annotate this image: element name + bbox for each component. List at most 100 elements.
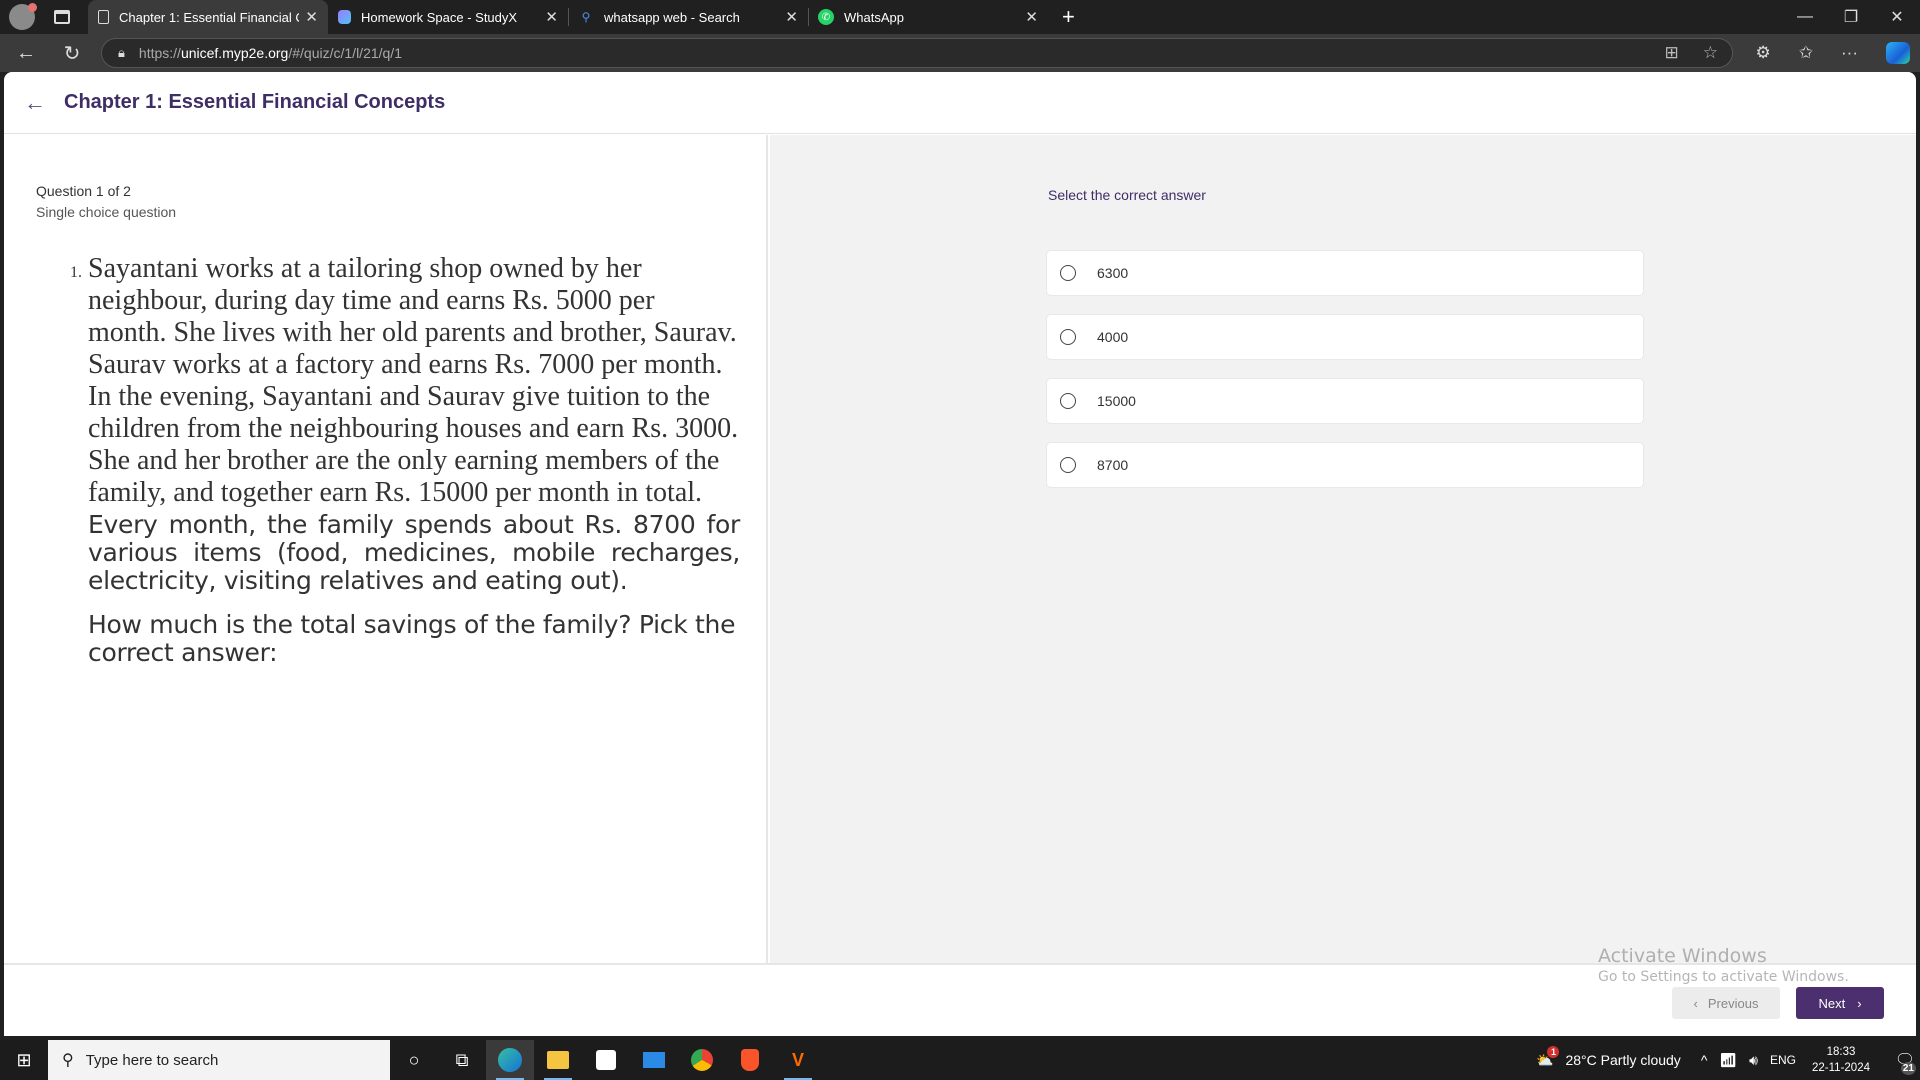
question-paragraph-2: Every month, the family spends about Rs.… [88, 510, 740, 595]
notification-count: 21 [1900, 1062, 1916, 1075]
browser-toolbar: ← ↻ 🔒︎ https://unicef.myp2e.org/#/quiz/c… [0, 34, 1920, 72]
notification-center-icon[interactable]: 🗨︎ 21 [1884, 1045, 1916, 1075]
quiz-footer: ‹ Previous Next › [4, 963, 1916, 1036]
back-arrow-icon[interactable]: ← [24, 90, 46, 116]
tab-label: Chapter 1: Essential Financial Con [119, 9, 300, 25]
refresh-icon[interactable]: ↻ [54, 35, 90, 71]
answer-prompt: Select the correct answer [1048, 187, 1206, 203]
radio-button[interactable] [1060, 457, 1076, 473]
option-label: 4000 [1097, 329, 1129, 345]
app-v-icon[interactable]: V [774, 1040, 822, 1080]
favorites-icon[interactable]: ✩ [1799, 43, 1813, 63]
weather-badge: 1 [1547, 1045, 1560, 1058]
question-paragraph-1: 1. Sayantani works at a tailoring shop o… [70, 253, 740, 509]
tab-actions-icon[interactable] [54, 10, 70, 24]
edge-icon[interactable] [486, 1040, 534, 1080]
system-tray: ⛅ 1 28°C Partly cloudy ^ 📶︎ 🔊︎ ENG 18:33 … [1524, 1040, 1920, 1080]
address-bar[interactable]: 🔒︎ https://unicef.myp2e.org/#/quiz/c/1/l… [101, 38, 1733, 68]
new-tab-button[interactable]: + [1062, 4, 1075, 30]
clock-date: 22-11-2024 [1812, 1062, 1870, 1074]
url-domain: unicef.myp2e.org [180, 45, 289, 61]
document-icon [98, 10, 109, 24]
answer-option[interactable]: 6300 [1046, 250, 1644, 296]
page-header: ← Chapter 1: Essential Financial Concept… [4, 72, 1916, 134]
answer-option[interactable]: 4000 [1046, 314, 1644, 360]
tab-studyx[interactable]: Homework Space - StudyX ✕ [328, 0, 568, 34]
clock[interactable]: 18:33 22-11-2024 [1812, 1044, 1870, 1076]
question-paragraph-3: How much is the total savings of the fam… [88, 610, 736, 667]
lock-icon[interactable]: 🔒︎ [118, 45, 125, 61]
restore-icon[interactable]: ❐ [1828, 0, 1874, 34]
paragraph-text: Sayantani works at a tailoring shop owne… [88, 253, 739, 508]
option-label: 8700 [1097, 457, 1129, 473]
taskbar-search[interactable]: ⚲ Type here to search [48, 1040, 390, 1080]
more-options-icon[interactable]: ··· [1841, 43, 1858, 63]
url-path: /#/quiz/c/1/l/21/q/1 [288, 45, 402, 61]
app-available-icon[interactable]: ⊞ [1665, 43, 1679, 63]
show-hidden-icons[interactable]: ^ [1701, 1052, 1708, 1068]
previous-button[interactable]: ‹ Previous [1672, 987, 1780, 1019]
tab-label: WhatsApp [844, 9, 904, 25]
close-tab-icon[interactable]: ✕ [1025, 8, 1038, 26]
volume-icon[interactable]: 🔊︎ [1749, 1052, 1758, 1069]
task-view-icon[interactable]: ⧉ [438, 1040, 486, 1080]
chevron-right-icon: › [1857, 995, 1862, 1011]
chevron-left-icon: ‹ [1693, 995, 1698, 1011]
radio-button[interactable] [1060, 393, 1076, 409]
answer-panel: Select the correct answer 6300 4000 1500… [770, 135, 1916, 963]
close-tab-icon[interactable]: ✕ [305, 8, 318, 26]
clock-time: 18:33 [1826, 1046, 1856, 1058]
previous-label: Previous [1707, 995, 1759, 1011]
file-explorer-icon[interactable] [534, 1040, 582, 1080]
tab-whatsapp[interactable]: ✆ WhatsApp ✕ [808, 0, 1048, 34]
question-panel: Question 1 of 2 Single choice question 1… [4, 135, 768, 963]
radio-button[interactable] [1060, 265, 1076, 281]
question-number: 1. [70, 264, 82, 281]
question-text: 1. Sayantani works at a tailoring shop o… [70, 253, 740, 667]
answer-option[interactable]: 8700 [1046, 442, 1644, 488]
quiz-page: ← Chapter 1: Essential Financial Concept… [4, 72, 1916, 1036]
answer-option[interactable]: 15000 [1046, 378, 1644, 424]
search-placeholder: Type here to search [85, 1051, 219, 1069]
brave-icon[interactable] [726, 1040, 774, 1080]
tab-whatsapp-search[interactable]: ⚲ whatsapp web - Search ✕ [568, 0, 808, 34]
favorite-star-icon[interactable]: ☆ [1703, 43, 1718, 63]
windows-start-icon[interactable]: ⊞ [0, 1040, 48, 1080]
weather-icon[interactable]: ⛅ 1 [1536, 1045, 1560, 1069]
microsoft-store-icon[interactable] [582, 1040, 630, 1080]
windows-taskbar: ⊞ ⚲ Type here to search ○ ⧉ V ⛅ 1 28°C Pa… [0, 1040, 1920, 1080]
wifi-icon[interactable]: 📶︎ [1719, 1052, 1737, 1069]
search-icon: ⚲ [581, 10, 591, 24]
url-text: https://unicef.myp2e.org/#/quiz/c/1/l/21… [139, 45, 402, 61]
back-icon[interactable]: ← [8, 35, 44, 71]
close-window-icon[interactable]: ✕ [1874, 0, 1920, 34]
extensions-icon[interactable]: ⚙ [1756, 43, 1771, 63]
chrome-icon[interactable] [678, 1040, 726, 1080]
question-type: Single choice question [36, 204, 177, 220]
mail-icon[interactable] [630, 1040, 678, 1080]
next-label: Next [1818, 995, 1846, 1011]
next-button[interactable]: Next › [1796, 987, 1884, 1019]
tab-chapter-1[interactable]: Chapter 1: Essential Financial Con ✕ [88, 0, 328, 34]
radio-button[interactable] [1060, 329, 1076, 345]
option-label: 15000 [1097, 393, 1136, 409]
page-title: Chapter 1: Essential Financial Concepts [64, 91, 446, 113]
search-icon: ⚲ [62, 1052, 74, 1069]
browser-tab-strip: Chapter 1: Essential Financial Con ✕ Hom… [0, 0, 1920, 34]
language-indicator[interactable]: ENG [1770, 1053, 1796, 1067]
close-tab-icon[interactable]: ✕ [545, 8, 558, 26]
weather-text[interactable]: 28°C Partly cloudy [1565, 1052, 1680, 1068]
tab-label: Homework Space - StudyX [361, 9, 518, 25]
question-counter: Question 1 of 2 [36, 183, 131, 199]
url-prefix: https:// [138, 45, 181, 61]
window-controls: — ❐ ✕ [1782, 0, 1920, 34]
tab-label: whatsapp web - Search [604, 9, 740, 25]
option-label: 6300 [1097, 265, 1129, 281]
minimize-icon[interactable]: — [1782, 0, 1828, 34]
studyx-icon [338, 10, 351, 24]
whatsapp-icon: ✆ [818, 9, 834, 25]
cortana-icon[interactable]: ○ [390, 1040, 438, 1080]
profile-avatar[interactable] [9, 3, 37, 30]
close-tab-icon[interactable]: ✕ [785, 8, 798, 26]
copilot-icon[interactable] [1886, 42, 1910, 64]
